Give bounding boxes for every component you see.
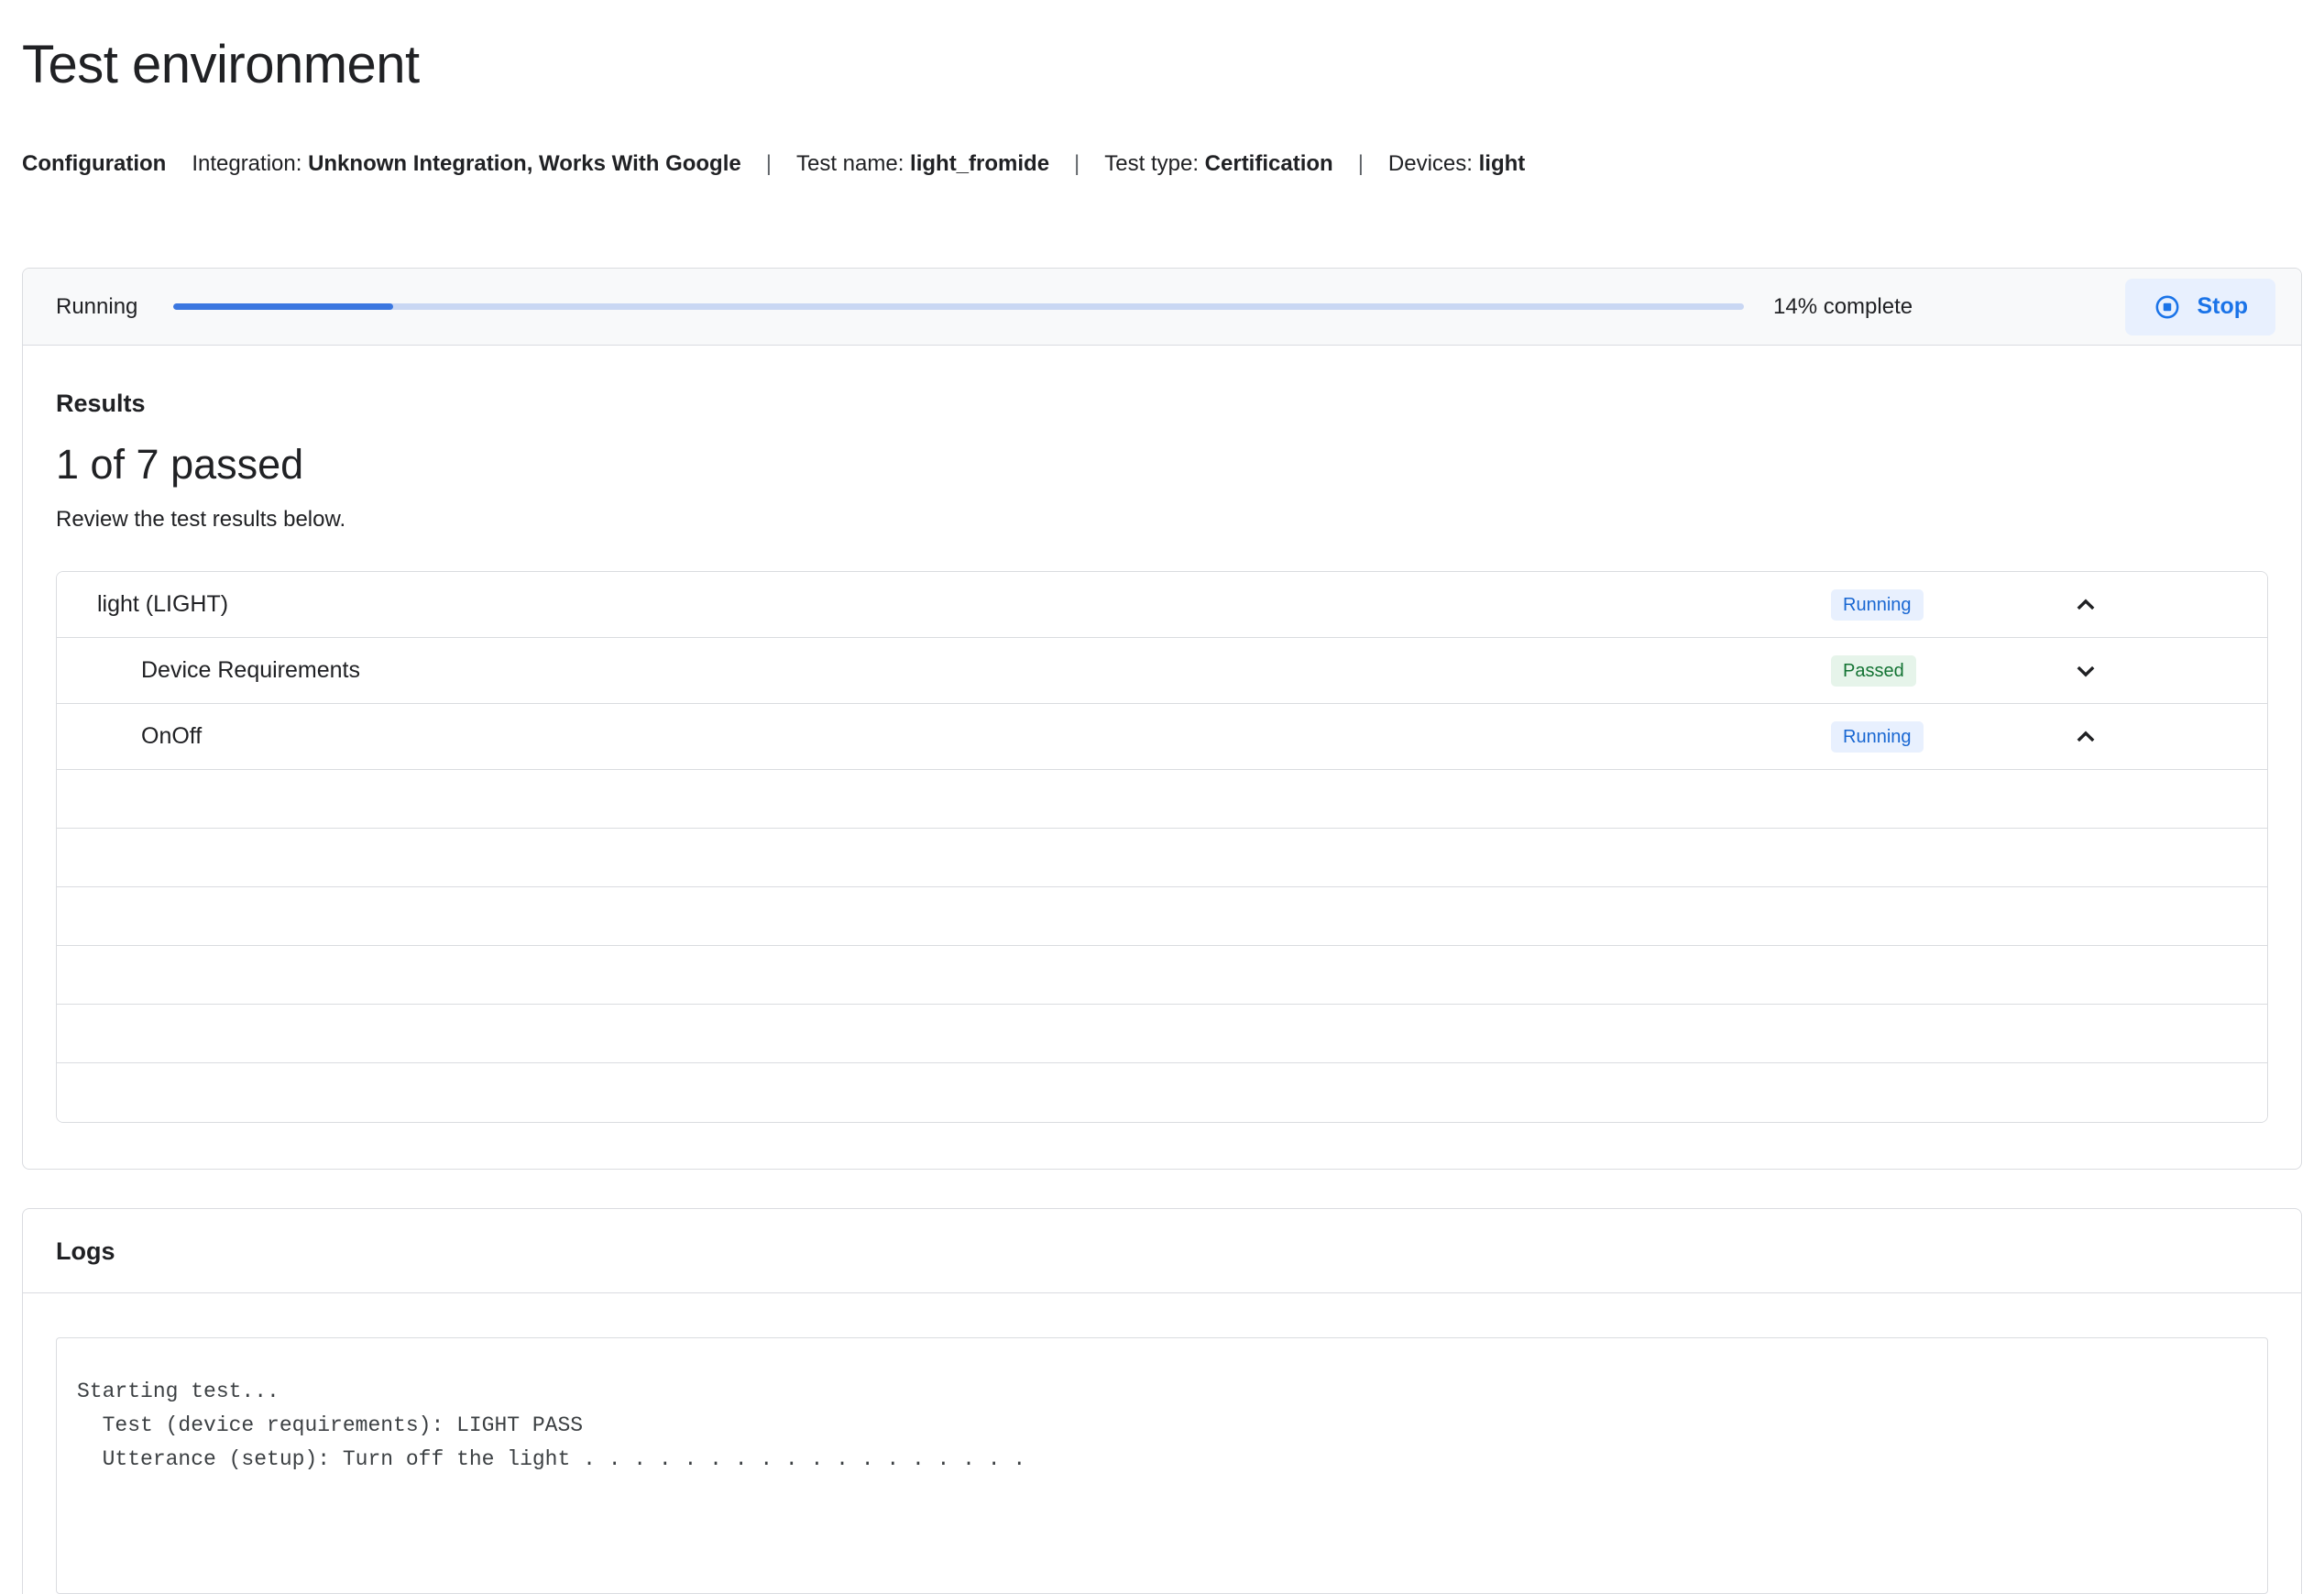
table-row-device[interactable]: light (LIGHT) Running [57, 572, 2267, 638]
results-heading: Results [56, 390, 146, 417]
config-item-key: Test type: [1104, 151, 1205, 176]
status-cell: Running [1831, 588, 2069, 621]
expand-chevron-button[interactable] [2069, 654, 2102, 687]
config-item-devices: Devices: light [1388, 148, 1525, 180]
test-environment-page: Test environment Configuration Integrati… [0, 35, 2324, 1594]
results-summary: 1 of 7 passed [56, 441, 304, 488]
config-item-test-name: Test name: light_fromide [796, 148, 1049, 180]
progress-strip: Running 14% complete Stop [23, 269, 2301, 346]
collapse-chevron-button[interactable] [2069, 588, 2102, 621]
config-separator: | [765, 151, 772, 176]
logs-heading: Logs [56, 1237, 115, 1265]
test-run-card: Running 14% complete Stop Results 1 of 7… [22, 268, 2302, 1170]
progress-bar [173, 303, 1744, 310]
log-line: Test (device requirements): LIGHT PASS [77, 1413, 584, 1437]
table-row-empty [57, 1063, 2267, 1122]
config-label: Configuration [22, 151, 167, 176]
config-item-value: light_fromide [910, 151, 1050, 176]
logs-card: Logs Starting test... Test (device requi… [22, 1208, 2302, 1594]
row-label: light (LIGHT) [97, 591, 229, 617]
table-row-test[interactable]: Device Requirements Passed [57, 638, 2267, 704]
table-row-empty [57, 946, 2267, 1005]
status-cell: Running [1831, 720, 2069, 753]
status-badge: Running [1831, 720, 1924, 753]
table-row-test[interactable]: OnOff Running [57, 704, 2267, 770]
table-row-empty [57, 829, 2267, 887]
status-badge: Running [1831, 588, 1924, 621]
config-item-test-type: Test type: Certification [1104, 148, 1332, 180]
config-item-key: Integration: [192, 151, 309, 176]
stop-circle-icon [2155, 295, 2179, 318]
table-row-empty [57, 770, 2267, 829]
log-line: Starting test... [77, 1380, 280, 1403]
results-section: Results 1 of 7 passed Review the test re… [23, 388, 2301, 1169]
results-table: light (LIGHT) Running Device Requirement… [56, 571, 2268, 1123]
logs-header: Logs [23, 1209, 2301, 1293]
chevron-up-icon [2077, 599, 2095, 610]
config-item-value: Unknown Integration, Works With Google [308, 151, 741, 176]
status-cell: Passed [1831, 654, 2069, 687]
stop-button-label: Stop [2197, 293, 2248, 319]
table-row-empty [57, 1005, 2267, 1063]
progress-percent-label: 14% complete [1773, 293, 1913, 319]
config-item-value: light [1478, 151, 1526, 176]
row-label: OnOff [141, 723, 203, 749]
results-subtitle: Review the test results below. [56, 507, 346, 532]
row-label: Device Requirements [141, 657, 360, 683]
config-item-integration: Integration: Unknown Integration, Works … [192, 148, 740, 180]
config-item-value: Certification [1204, 151, 1333, 176]
table-row-empty [57, 887, 2267, 946]
log-line: Utterance (setup): Turn off the light . … [77, 1447, 1026, 1471]
status-badge: Passed [1831, 654, 1916, 687]
log-output: Starting test... Test (device requiremen… [56, 1337, 2268, 1594]
progress-fill [173, 303, 393, 310]
config-separator: | [1074, 151, 1080, 176]
chevron-up-icon [2077, 731, 2095, 742]
chevron-down-icon [2077, 665, 2095, 676]
collapse-chevron-button[interactable] [2069, 720, 2102, 753]
config-item-key: Test name: [795, 151, 911, 176]
config-item-key: Devices: [1387, 151, 1479, 176]
run-status-label: Running [56, 293, 138, 319]
page-title: Test environment [22, 35, 420, 94]
config-separator: | [1357, 151, 1364, 176]
stop-button[interactable]: Stop [2125, 278, 2275, 335]
config-summary: Configuration Integration: Unknown Integ… [22, 148, 2302, 180]
logs-body: Starting test... Test (device requiremen… [23, 1293, 2301, 1594]
